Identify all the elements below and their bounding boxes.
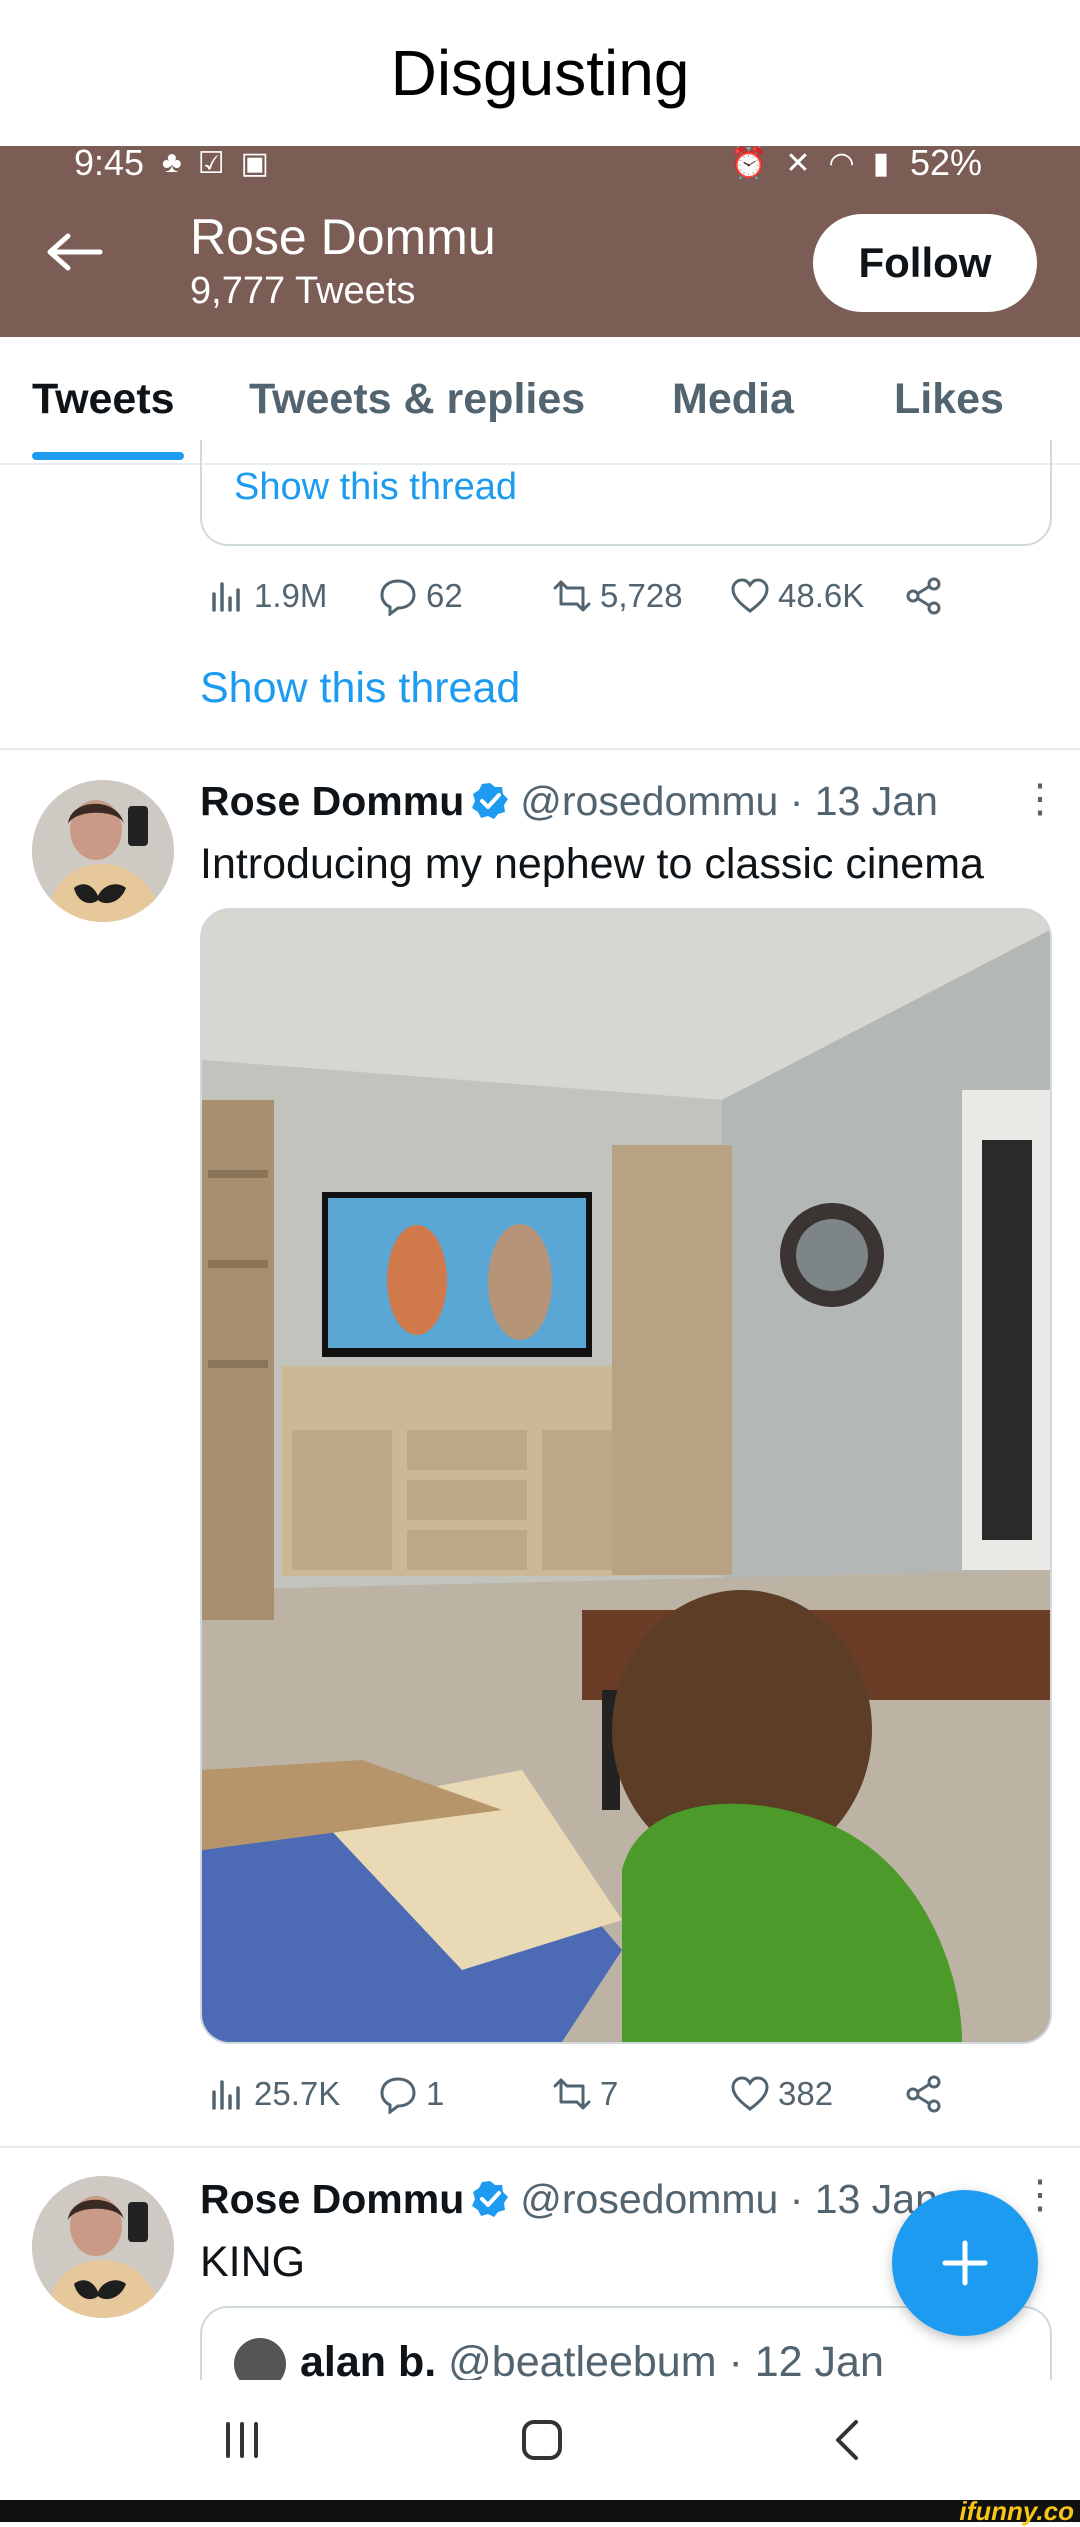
signal-icon: ▮: [872, 147, 890, 180]
battery-level: 52%: [910, 142, 983, 183]
like-count: 382: [778, 2075, 834, 2112]
author-name[interactable]: Rose Dommu: [200, 2176, 464, 2222]
quoted-tweet-date: · 12 Jan: [728, 2338, 884, 2386]
like-button[interactable]: 48.6K: [730, 576, 864, 616]
alarm-icon: ⏰: [730, 147, 768, 180]
author-handle[interactable]: @rosedommu: [520, 2176, 778, 2222]
check-box-icon: ☑: [197, 147, 225, 180]
like-button[interactable]: 382: [730, 2074, 833, 2114]
reply-button[interactable]: 1: [378, 2074, 444, 2114]
heart-icon: [731, 2076, 769, 2111]
author-name[interactable]: Rose Dommu: [200, 778, 464, 824]
tab-tweets-replies[interactable]: Tweets & replies: [249, 375, 585, 424]
back-icon[interactable]: [826, 2418, 870, 2462]
active-tab-indicator: [32, 452, 184, 460]
views-stat[interactable]: 1.9M: [206, 576, 327, 616]
retweet-count: 7: [600, 2075, 619, 2112]
follow-button[interactable]: Follow: [813, 214, 1037, 312]
share-button[interactable]: [904, 576, 944, 616]
avatar-image: [32, 780, 174, 922]
profile-name: Rose Dommu: [190, 209, 496, 265]
heart-icon: [731, 578, 769, 613]
views-stat[interactable]: 25.7K: [206, 2074, 340, 2114]
tweet-text: KING: [200, 2238, 306, 2286]
retweet-icon: [553, 580, 591, 612]
tab-media[interactable]: Media: [672, 375, 794, 424]
tweet-date: · 13 Jan: [789, 778, 938, 824]
plus-icon: [942, 2240, 988, 2286]
quoted-show-thread-link[interactable]: Show this thread: [234, 466, 517, 509]
quoted-tweet-card[interactable]: Show this thread: [200, 440, 1052, 546]
recent-apps-icon[interactable]: [220, 2418, 264, 2462]
quoted-author-name: alan b.: [300, 2338, 437, 2386]
verified-badge-icon: [472, 783, 509, 819]
ifunny-watermark: ifunny.co: [959, 2496, 1074, 2526]
tweet-header: Rose Dommu @rosedommu · 13 Jan: [200, 2176, 938, 2223]
views-icon: [212, 582, 240, 612]
reply-button[interactable]: 62: [378, 576, 463, 616]
home-icon[interactable]: [520, 2418, 564, 2462]
verified-badge-icon: [472, 2181, 509, 2217]
status-bar: 9:45 ♣ ☑ ▣ ⏰ ✕ ◠ ▮ 52%: [0, 142, 1080, 183]
tweet-header: Rose Dommu @rosedommu · 13 Jan: [200, 778, 938, 825]
avatar[interactable]: [32, 2176, 174, 2318]
retweet-button[interactable]: 5,728: [552, 576, 683, 616]
living-room-photo: [202, 910, 1050, 2042]
share-icon: [906, 2075, 941, 2113]
back-arrow-icon[interactable]: [46, 232, 106, 272]
reply-icon: [380, 579, 416, 616]
tweet-photo[interactable]: [200, 908, 1052, 2044]
wifi-icon: ◠: [828, 147, 855, 180]
system-nav-bar: [0, 2380, 1080, 2500]
reply-count: 62: [426, 577, 463, 614]
person-icon: ♣: [162, 146, 182, 179]
views-icon: [212, 2080, 240, 2110]
like-count: 48.6K: [778, 577, 865, 614]
more-options-icon[interactable]: ⋮: [1020, 2172, 1060, 2218]
meme-caption: Disgusting: [390, 37, 690, 109]
profile-header: 9:45 ♣ ☑ ▣ ⏰ ✕ ◠ ▮ 52% Rose Dommu 9,777 …: [0, 142, 1080, 337]
status-time: 9:45: [74, 142, 145, 183]
more-options-icon[interactable]: ⋮: [1020, 776, 1060, 822]
tweet-divider: [0, 748, 1080, 750]
retweet-icon: [553, 2078, 591, 2110]
share-button[interactable]: [904, 2074, 944, 2114]
watermark-bar: ifunny.co: [0, 2496, 1080, 2526]
author-handle[interactable]: @rosedommu: [520, 778, 778, 824]
views-count: 1.9M: [254, 577, 328, 614]
avatar[interactable]: [32, 780, 174, 922]
tweet-divider: [0, 2146, 1080, 2148]
reply-count: 1: [426, 2075, 445, 2112]
mute-icon: ✕: [785, 147, 811, 180]
retweet-button[interactable]: 7: [552, 2074, 618, 2114]
tab-likes[interactable]: Likes: [894, 375, 1004, 424]
share-icon: [906, 577, 941, 615]
avatar-image: [32, 2176, 174, 2318]
show-thread-link[interactable]: Show this thread: [200, 664, 520, 713]
tab-tweets[interactable]: Tweets: [32, 375, 175, 424]
tweet-count: 9,777 Tweets: [190, 270, 416, 312]
retweet-count: 5,728: [600, 577, 683, 614]
image-icon: ▣: [240, 147, 269, 180]
reply-icon: [380, 2077, 416, 2114]
tweet-text: Introducing my nephew to classic cinema: [200, 840, 984, 888]
compose-tweet-button[interactable]: [892, 2190, 1038, 2336]
views-count: 25.7K: [254, 2075, 341, 2112]
quoted-author-handle: @beatleebum: [448, 2338, 717, 2386]
